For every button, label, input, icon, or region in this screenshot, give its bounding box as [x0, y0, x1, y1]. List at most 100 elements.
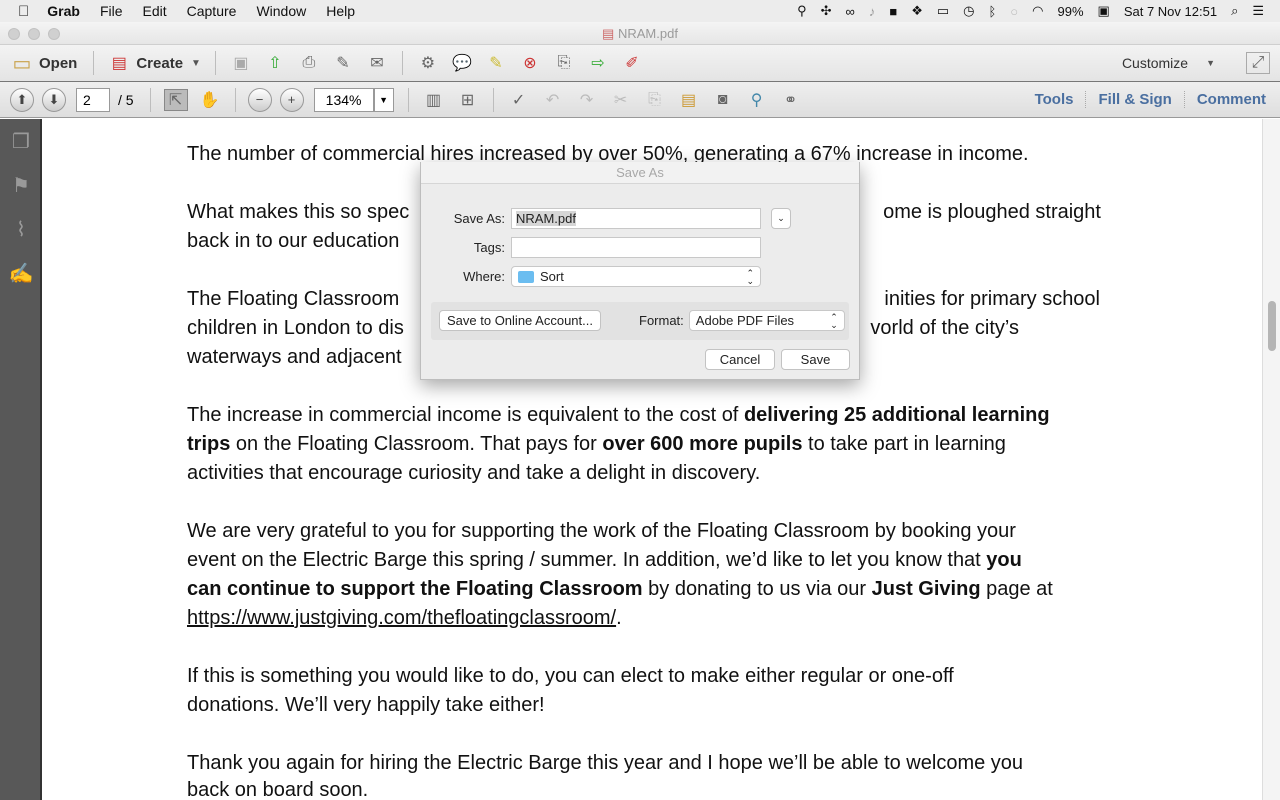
notification-list-icon[interactable]: ☰: [1252, 3, 1264, 19]
create-pdf-icon[interactable]: ▤: [107, 52, 131, 74]
customize-dropdown-icon[interactable]: ▼: [1206, 58, 1215, 68]
attachments-icon[interactable]: ⌇: [0, 207, 42, 251]
highlight-text-icon[interactable]: ✎: [484, 52, 508, 74]
where-select[interactable]: Sort ⌃ ⌄: [511, 266, 761, 287]
print-icon[interactable]: ⎙: [297, 52, 321, 74]
next-page-icon[interactable]: ⬇: [42, 87, 66, 112]
save-icon[interactable]: ▣: [229, 52, 253, 74]
folder-icon: [518, 270, 534, 283]
hand-tool-icon[interactable]: ✋: [198, 89, 222, 111]
clock[interactable]: Sat 7 Nov 12:51: [1124, 4, 1217, 19]
export-icon[interactable]: ⇨: [586, 52, 610, 74]
full-screen-icon[interactable]: ⤢: [1246, 52, 1270, 74]
save-to-online-account-button[interactable]: Save to Online Account...: [439, 310, 601, 331]
doc-line: What makes this so spec: [187, 201, 410, 223]
doc-line: event on the Electric Barge this spring …: [187, 549, 1022, 571]
updown-chevron-icon: ⌃ ⌄: [830, 311, 838, 330]
cloud-upload-icon[interactable]: ⇧: [263, 52, 287, 74]
doc-line: Thank you again for hiring the Electric …: [187, 752, 1024, 774]
search-icon[interactable]: ⚲: [745, 89, 769, 111]
menu-window[interactable]: Window: [256, 3, 306, 19]
window-title-bar: ▤ NRAM.pdf: [0, 22, 1280, 45]
snapshot-icon[interactable]: ◙: [711, 89, 735, 111]
bell-icon[interactable]: ♪: [869, 4, 876, 19]
navigation-panel: ❐ ⚑ ⌇ ✍: [0, 119, 42, 800]
create-button[interactable]: Create: [136, 55, 183, 72]
customize-button[interactable]: Customize: [1122, 55, 1188, 71]
select-tool-icon[interactable]: ⇱: [163, 88, 188, 111]
signatures-icon[interactable]: ✍: [0, 251, 42, 295]
battery-icon[interactable]: ▣: [1098, 3, 1110, 19]
doc-line: The Floating Classroom: [187, 288, 400, 310]
tab-tools[interactable]: Tools: [1023, 91, 1086, 108]
comment-icon[interactable]: 💬: [450, 52, 474, 74]
pinwheel-icon[interactable]: ✣: [821, 3, 832, 19]
dropbox-icon[interactable]: ❖: [911, 3, 923, 19]
vertical-scrollbar[interactable]: [1262, 119, 1280, 800]
infinity-icon[interactable]: ∞: [846, 4, 855, 19]
folder-icon[interactable]: ■: [889, 4, 897, 19]
close-window-button[interactable]: [8, 28, 20, 40]
fit-width-icon[interactable]: ▥: [422, 89, 446, 111]
wifi-icon[interactable]: ◠: [1032, 3, 1043, 19]
zoom-in-icon[interactable]: +: [279, 87, 304, 112]
doc-line: activities that encourage curiosity and …: [187, 462, 761, 484]
justgiving-link[interactable]: https://www.justgiving.com/thefloatingcl…: [187, 607, 616, 629]
expand-dialog-button[interactable]: ⌄: [771, 208, 791, 229]
page-thumbnails-icon[interactable]: ❐: [0, 119, 42, 163]
zoom-dropdown-icon[interactable]: ▼: [373, 87, 394, 112]
time-machine-icon[interactable]: ◷: [963, 3, 974, 19]
menu-edit[interactable]: Edit: [143, 3, 167, 19]
sign-document-icon[interactable]: ⎘: [552, 52, 576, 74]
format-select[interactable]: Adobe PDF Files ⌃ ⌄: [688, 310, 845, 331]
zoom-out-icon[interactable]: −: [247, 87, 272, 112]
scrollbar-thumb[interactable]: [1268, 301, 1276, 351]
bookmarks-icon[interactable]: ⚑: [0, 163, 42, 207]
battery-percent: 99%: [1057, 3, 1084, 19]
cancel-button[interactable]: Cancel: [705, 349, 775, 370]
undo-icon[interactable]: ↶: [541, 89, 565, 111]
tab-fill-sign[interactable]: Fill & Sign: [1085, 91, 1183, 108]
previous-page-icon[interactable]: ⬆: [10, 87, 34, 112]
page-number-input[interactable]: 2: [76, 87, 110, 112]
copy-icon[interactable]: ⎘: [643, 89, 667, 111]
zoom-window-button[interactable]: [48, 28, 60, 40]
save-button[interactable]: Save: [781, 349, 850, 370]
fit-page-icon[interactable]: ⊞: [456, 89, 480, 111]
doc-line: donations. We’ll very happily take eithe…: [187, 694, 545, 716]
find-binoculars-icon[interactable]: ⚭: [779, 89, 803, 111]
filename-input[interactable]: NRAM.pdf: [511, 208, 761, 229]
spotlight-icon[interactable]: ⌕: [1231, 3, 1238, 19]
edit-document-icon[interactable]: ✎: [331, 52, 355, 74]
minimize-window-button[interactable]: [28, 28, 40, 40]
open-button[interactable]: Open: [39, 55, 77, 72]
apple-menu-icon[interactable]: : [18, 3, 29, 20]
pdf-file-icon: ▤: [602, 26, 615, 41]
gear-icon[interactable]: ⚙: [416, 52, 440, 74]
tab-comment[interactable]: Comment: [1183, 91, 1278, 108]
navigation-toolbar: ⬆ ⬇ 2 / 5 ⇱ ✋ − + 134% ▼ ▥ ⊞ ✓ ↶ ↷ ✂ ⎘ ▤…: [0, 82, 1280, 118]
paste-icon[interactable]: ▤: [677, 89, 701, 111]
where-label: Where:: [463, 269, 505, 284]
tags-input[interactable]: [511, 237, 761, 258]
delete-page-icon[interactable]: ⊗: [518, 52, 542, 74]
menu-file[interactable]: File: [100, 3, 123, 19]
menu-app[interactable]: Grab: [47, 3, 80, 19]
doc-line: If this is something you would like to d…: [187, 665, 954, 687]
chat-icon[interactable]: ○: [1010, 4, 1018, 19]
menu-capture[interactable]: Capture: [187, 3, 237, 19]
folder-open-icon[interactable]: ▭: [10, 52, 34, 75]
zoom-input[interactable]: 134%: [313, 87, 374, 112]
broom-icon[interactable]: ⚲: [797, 3, 807, 19]
airplay-icon[interactable]: ▭: [937, 3, 949, 19]
email-icon[interactable]: ✉: [365, 52, 389, 74]
create-dropdown-icon[interactable]: ▼: [191, 58, 201, 69]
doc-line: The increase in commercial income is equ…: [187, 404, 1050, 426]
spell-check-icon[interactable]: ✓: [507, 89, 531, 111]
doc-line: https://www.justgiving.com/thefloatingcl…: [187, 607, 622, 629]
menu-help[interactable]: Help: [326, 3, 355, 19]
bluetooth-icon[interactable]: ᛒ: [988, 4, 996, 19]
redo-icon[interactable]: ↷: [575, 89, 599, 111]
fill-form-icon[interactable]: ✐: [620, 52, 644, 74]
cut-icon[interactable]: ✂: [609, 89, 633, 111]
